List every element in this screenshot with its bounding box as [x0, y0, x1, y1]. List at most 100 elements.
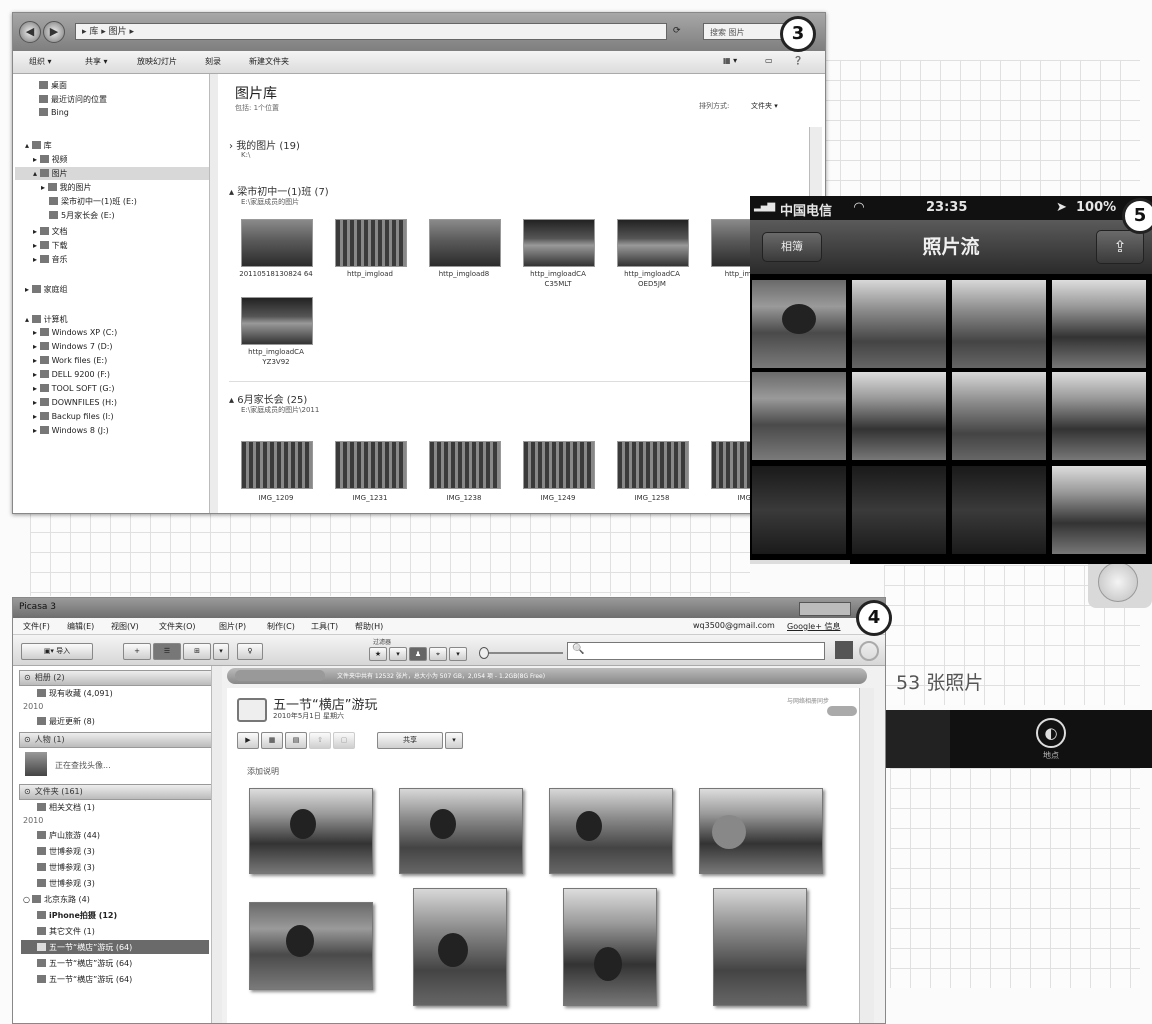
photo-stream-item[interactable]: [752, 372, 846, 460]
nav-item-homegroup[interactable]: ▸ 家庭组: [25, 284, 68, 295]
group-header[interactable]: › 我的图片 (19): [229, 137, 300, 152]
nav-scrollbar[interactable]: [209, 74, 218, 513]
photo-stream-item[interactable]: [852, 466, 946, 554]
nav-item-class-folder[interactable]: 梁市初中一(1)班 (E:): [49, 196, 137, 207]
photo-thumbnail[interactable]: [523, 219, 595, 267]
tab-bar-item[interactable]: [884, 710, 950, 768]
view-options-icon[interactable]: ▦ ▾: [723, 56, 737, 65]
group-header[interactable]: ▴ 梁市初中一(1)班 (7): [229, 183, 329, 198]
photo-thumbnail[interactable]: [699, 788, 823, 874]
photo-thumbnail[interactable]: [335, 441, 407, 489]
section-header[interactable]: ⊙ 人物 (1): [19, 732, 214, 748]
menu-create[interactable]: 制作(C): [267, 621, 295, 632]
refresh-icon[interactable]: ⟳: [673, 26, 681, 36]
photo-stream-item[interactable]: [952, 372, 1046, 460]
content-scrollbar[interactable]: [859, 688, 874, 1023]
menu-help[interactable]: 帮助(H): [355, 621, 383, 632]
view-dropdown-icon[interactable]: ▾: [213, 643, 229, 660]
folder-item[interactable]: 世博参观 (3): [37, 878, 95, 889]
photo-stream-item[interactable]: [852, 280, 946, 368]
nav-item-drive[interactable]: ▸ Windows 7 (D:): [33, 342, 113, 351]
photo-stream-item[interactable]: [952, 466, 1046, 554]
photo-thumbnail[interactable]: [413, 888, 507, 1006]
nav-item-drive[interactable]: ▸ Backup files (I:): [33, 412, 114, 421]
person-filter-icon[interactable]: ♟: [409, 647, 427, 661]
folder-add-icon[interactable]: +: [123, 643, 151, 660]
globe-icon[interactable]: ◐: [1036, 718, 1066, 748]
nav-item-drive[interactable]: ▸ TOOL SOFT (G:): [33, 384, 114, 393]
burn-button[interactable]: 刻录: [205, 56, 221, 67]
photo-stream-item[interactable]: [752, 280, 846, 368]
photo-stream-item[interactable]: [952, 280, 1046, 368]
home-button-icon[interactable]: [1098, 562, 1138, 602]
photo-thumbnail[interactable]: [241, 297, 313, 345]
photo-thumbnail[interactable]: [429, 441, 501, 489]
collage-icon[interactable]: ▦: [261, 732, 283, 749]
folder-item[interactable]: 世博参观 (3): [37, 862, 95, 873]
nav-item-drive[interactable]: ▸ DELL 9200 (F:): [33, 370, 110, 379]
photo-thumbnail[interactable]: [335, 219, 407, 267]
add-description[interactable]: 添加说明: [247, 766, 279, 777]
nav-item-desktop[interactable]: 桌面: [39, 80, 67, 91]
photo-thumbnail[interactable]: [249, 902, 373, 990]
folder-item[interactable]: 庐山旅游 (44): [37, 830, 100, 841]
address-bar[interactable]: ▸ 库 ▸ 图片 ▸: [75, 23, 667, 40]
photo-thumbnail[interactable]: [399, 788, 523, 874]
nav-item-bing[interactable]: Bing: [39, 108, 69, 117]
nav-item-recent[interactable]: 最近访问的位置: [39, 94, 107, 105]
nav-item-pictures[interactable]: ▴ 图片: [33, 168, 68, 179]
photo-thumbnail[interactable]: [249, 788, 373, 874]
nav-item-drive[interactable]: ▸ Work files (E:): [33, 356, 107, 365]
more-filter-icon[interactable]: ▾: [449, 647, 467, 661]
menu-edit[interactable]: 编辑(E): [67, 621, 94, 632]
date-slider[interactable]: [483, 652, 563, 654]
photo-thumbnail[interactable]: [549, 788, 673, 874]
photo-stream-item[interactable]: [1052, 372, 1146, 460]
nav-item-documents[interactable]: ▸ 文档: [33, 226, 68, 237]
photo-stream-item[interactable]: [752, 466, 846, 554]
star-filter-icon[interactable]: ★: [369, 647, 387, 661]
folder-item[interactable]: 世博参观 (3): [37, 846, 95, 857]
play-slideshow-icon[interactable]: ▶: [237, 732, 259, 749]
google-plus-link[interactable]: Google+ 信息: [787, 621, 840, 632]
upload-icon[interactable]: ⇧: [309, 732, 331, 749]
nav-item-downloads[interactable]: ▸ 下载: [33, 240, 68, 251]
geotag-filter-icon[interactable]: ⌖: [429, 647, 447, 661]
qr-icon[interactable]: [835, 641, 853, 659]
nav-item-videos[interactable]: ▸ 视频: [33, 154, 68, 165]
section-header[interactable]: ⊙ 相册 (2): [19, 670, 214, 686]
nav-item-drive[interactable]: ▸ Windows XP (C:): [33, 328, 117, 337]
forward-icon[interactable]: ▶: [43, 21, 65, 43]
folder-item[interactable]: iPhone拍摄 (12): [37, 910, 117, 921]
folder-item-selected[interactable]: 五一节“横店”游玩 (64): [37, 942, 132, 953]
photo-stream-item[interactable]: [1052, 466, 1146, 554]
picasa-search-input[interactable]: 🔍: [567, 642, 825, 660]
share-dropdown-icon[interactable]: ▾: [445, 732, 463, 749]
photo-thumbnail[interactable]: [523, 441, 595, 489]
folder-pane-scrollbar[interactable]: [211, 666, 222, 1023]
folder-item[interactable]: ○ 北京东路 (4): [23, 894, 90, 905]
nav-item-drive[interactable]: ▸ Windows 8 (J:): [33, 426, 109, 435]
folder-item[interactable]: 五一节“横店”游玩 (64): [37, 974, 132, 985]
section-header[interactable]: ⊙ 文件夹 (161): [19, 784, 214, 800]
photo-thumbnail[interactable]: [563, 888, 657, 1006]
folder-item[interactable]: 相关文档 (1): [37, 802, 95, 813]
nav-item-my-pictures[interactable]: ▸ 我的图片: [41, 182, 92, 193]
nav-item-meeting-folder[interactable]: 5月家长会 (E:): [49, 210, 115, 221]
nav-item-computer[interactable]: ▴ 计算机: [25, 314, 68, 325]
lock-icon[interactable]: ▢: [333, 732, 355, 749]
photo-thumbnail[interactable]: [241, 219, 313, 267]
avatar[interactable]: [25, 752, 47, 776]
menu-picture[interactable]: 图片(P): [219, 621, 246, 632]
album-item[interactable]: 最近更新 (8): [37, 716, 95, 727]
photo-thumbnail[interactable]: [713, 888, 807, 1006]
back-icon[interactable]: ◀: [19, 21, 41, 43]
list-view-icon[interactable]: ☰: [153, 643, 181, 660]
sync-toggle[interactable]: [827, 706, 857, 716]
photo-thumbnail[interactable]: [617, 219, 689, 267]
menu-file[interactable]: 文件(F): [23, 621, 50, 632]
movie-icon[interactable]: ▤: [285, 732, 307, 749]
settings-icon[interactable]: [859, 641, 879, 661]
share-folder-button[interactable]: 共享: [377, 732, 443, 749]
places-tab-label[interactable]: 地点: [1034, 750, 1068, 761]
